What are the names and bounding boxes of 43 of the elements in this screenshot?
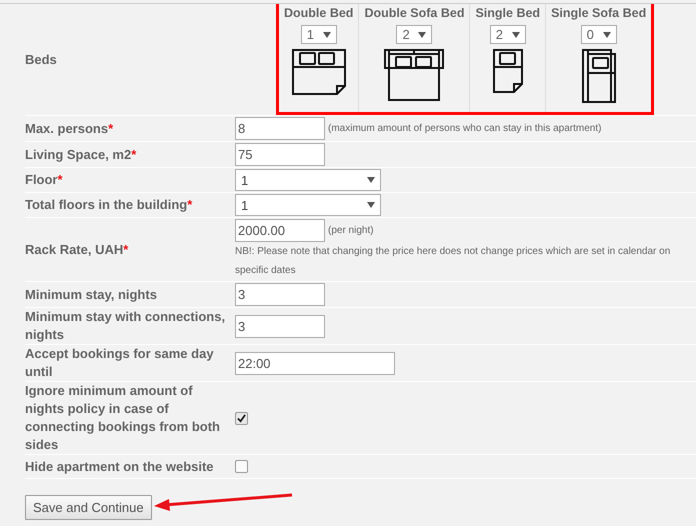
caret-icon bbox=[367, 177, 375, 183]
caret-icon bbox=[512, 32, 520, 38]
field-label: Floor* bbox=[25, 171, 63, 189]
bed-type-name: Single Bed bbox=[475, 6, 540, 20]
double-bed-icon bbox=[292, 49, 346, 95]
field-label: Minimum stay with connections, nights bbox=[25, 308, 226, 344]
input-field[interactable]: 2000.00 bbox=[235, 219, 325, 242]
single-bed-icon bbox=[492, 49, 523, 93]
save-button[interactable]: Save and Continue bbox=[25, 495, 152, 520]
field-note: NB!: Please note that changing the price here does not change prices which are set in calendar on specific dates bbox=[235, 245, 672, 278]
field-label: Hide apartment on the website bbox=[25, 458, 214, 476]
caret-icon bbox=[322, 32, 331, 38]
bed-count-select[interactable]: 2 bbox=[490, 25, 526, 44]
bed-type-name: Double Sofa Bed bbox=[364, 6, 464, 20]
input-field[interactable]: 22:00 bbox=[235, 352, 395, 374]
field-hint: (per night) bbox=[328, 225, 374, 236]
caret-icon bbox=[602, 32, 611, 38]
bed-count-select[interactable]: 1 bbox=[300, 25, 337, 44]
input-field[interactable]: 75 bbox=[235, 143, 325, 166]
bed-count-select[interactable]: 0 bbox=[580, 25, 617, 44]
caret-icon bbox=[367, 202, 375, 208]
checkbox[interactable] bbox=[235, 412, 248, 424]
input-field[interactable]: 8 bbox=[235, 117, 325, 140]
input-field[interactable]: 3 bbox=[235, 283, 325, 306]
field-label: Living Space, m2* bbox=[25, 146, 136, 164]
field-label: Max. persons* bbox=[25, 120, 114, 138]
input-field[interactable]: 3 bbox=[235, 314, 325, 338]
field-hint: (maximum amount of persons who can stay in this apartment) bbox=[328, 123, 602, 134]
field-label: Rack Rate, UAH* bbox=[25, 240, 128, 258]
field-label: Minimum stay, nights bbox=[25, 286, 157, 304]
field-label: Accept bookings for same day until bbox=[25, 345, 215, 381]
sofa-bed-icon bbox=[582, 49, 616, 103]
select-field[interactable]: 1 bbox=[235, 194, 381, 216]
checkbox[interactable] bbox=[235, 460, 248, 473]
caret-icon bbox=[418, 32, 426, 38]
sofa-bed-icon bbox=[384, 49, 444, 101]
field-label: Beds bbox=[25, 50, 57, 68]
bed-type-name: Double Bed bbox=[284, 6, 354, 20]
bed-count-select[interactable]: 2 bbox=[396, 25, 432, 44]
bed-type-name: Single Sofa Bed bbox=[551, 6, 646, 20]
field-label: Total floors in the building* bbox=[25, 196, 192, 214]
select-field[interactable]: 1 bbox=[235, 169, 381, 191]
field-label: Ignore minimum amount of nights policy in case of connecting bookings from both sides bbox=[25, 382, 221, 454]
